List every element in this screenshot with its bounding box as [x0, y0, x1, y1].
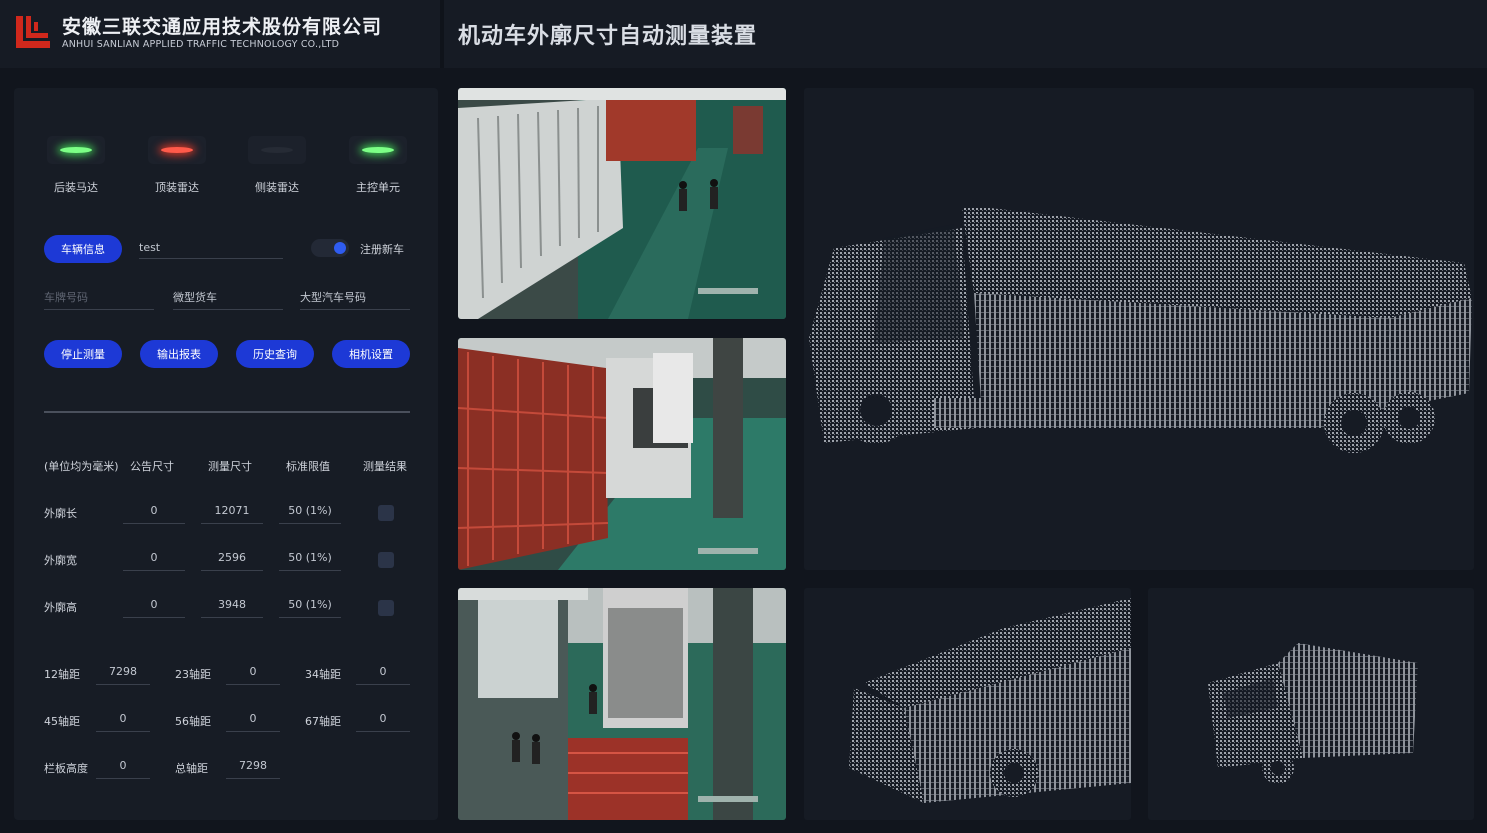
axle-label-45: 45轴距 — [44, 715, 80, 728]
fence-height-label: 栏板高度 — [44, 762, 88, 775]
column-header-limit: 标准限值 — [286, 460, 330, 473]
register-new-vehicle-label: 注册新车 — [360, 243, 404, 256]
row-label-height: 外廓高 — [44, 601, 77, 614]
announced-length-value: 0 — [123, 502, 185, 524]
status-label: 后装马达 — [54, 181, 98, 194]
axle-value-12: 7298 — [96, 663, 150, 685]
vehicle-type-select[interactable]: 微型货车 — [173, 289, 283, 310]
status-light-main-unit — [349, 136, 407, 164]
axle-value-34: 0 — [356, 663, 410, 685]
camera-settings-button[interactable]: 相机设置 — [332, 340, 410, 368]
company-logo-icon — [16, 16, 50, 48]
total-wheelbase-label: 总轴距 — [175, 762, 208, 775]
camera-feed-1 — [458, 88, 786, 319]
axle-value-45: 0 — [96, 710, 150, 732]
status-label: 主控单元 — [356, 181, 400, 194]
result-width-checkbox — [378, 552, 394, 568]
status-light-top-radar — [148, 136, 206, 164]
result-height-checkbox — [378, 600, 394, 616]
history-query-button[interactable]: 历史查询 — [236, 340, 314, 368]
result-length-checkbox — [378, 505, 394, 521]
indicator-dot — [362, 147, 394, 153]
axle-label-67: 67轴距 — [305, 715, 341, 728]
stop-measure-button[interactable]: 停止测量 — [44, 340, 122, 368]
announced-height-value: 0 — [123, 596, 185, 618]
indicator-dot — [261, 147, 293, 153]
announced-width-value: 0 — [123, 549, 185, 571]
point-cloud-rear-view — [804, 588, 1131, 820]
axle-label-34: 34轴距 — [305, 668, 341, 681]
page-title: 机动车外廓尺寸自动测量装置 — [458, 24, 758, 49]
axle-value-56: 0 — [226, 710, 280, 732]
axle-value-23: 0 — [226, 663, 280, 685]
axle-value-67: 0 — [356, 710, 410, 732]
limit-height-value: 50 (1%) — [279, 596, 341, 618]
indicator-dot — [161, 147, 193, 153]
export-report-button[interactable]: 输出报表 — [140, 340, 218, 368]
vehicle-info-button[interactable]: 车辆信息 — [44, 235, 122, 263]
unit-note: (单位均为毫米) — [44, 460, 119, 473]
point-cloud-side-view — [804, 88, 1474, 570]
company-name-en: ANHUI SANLIAN APPLIED TRAFFIC TECHNOLOGY… — [62, 39, 340, 50]
section-divider — [44, 411, 410, 413]
column-header-result: 测量结果 — [363, 460, 407, 473]
fence-height-value: 0 — [96, 757, 150, 779]
company-name-cn: 安徽三联交通应用技术股份有限公司 — [62, 16, 383, 38]
point-cloud-front-view — [1148, 588, 1474, 820]
indicator-dot — [60, 147, 92, 153]
limit-length-value: 50 (1%) — [279, 502, 341, 524]
axle-label-23: 23轴距 — [175, 668, 211, 681]
row-label-length: 外廓长 — [44, 507, 77, 520]
company-name: 安徽三联交通应用技术股份有限公司 ANHUI SANLIAN APPLIED T… — [62, 16, 382, 51]
status-label: 顶装雷达 — [155, 181, 199, 194]
axle-label-12: 12轴距 — [44, 668, 80, 681]
toggle-knob — [334, 242, 346, 254]
measured-width-value: 2596 — [201, 549, 263, 571]
total-wheelbase-value: 7298 — [226, 757, 280, 779]
axle-label-56: 56轴距 — [175, 715, 211, 728]
status-label: 侧装雷达 — [255, 181, 299, 194]
column-header-announced: 公告尺寸 — [130, 460, 174, 473]
camera-feed-3 — [458, 588, 786, 820]
column-header-measured: 测量尺寸 — [208, 460, 252, 473]
status-light-rear-motor — [47, 136, 105, 164]
camera-feed-2 — [458, 338, 786, 570]
header-divider — [440, 0, 444, 68]
plate-kind-select[interactable]: 大型汽车号码 — [300, 289, 410, 310]
plate-number-input[interactable]: 车牌号码 — [44, 289, 154, 310]
register-new-vehicle-toggle[interactable] — [311, 239, 349, 257]
measured-height-value: 3948 — [201, 596, 263, 618]
vehicle-name-input[interactable]: test — [139, 241, 283, 259]
row-label-width: 外廓宽 — [44, 554, 77, 567]
limit-width-value: 50 (1%) — [279, 549, 341, 571]
status-light-side-radar — [248, 136, 306, 164]
measured-length-value: 12071 — [201, 502, 263, 524]
